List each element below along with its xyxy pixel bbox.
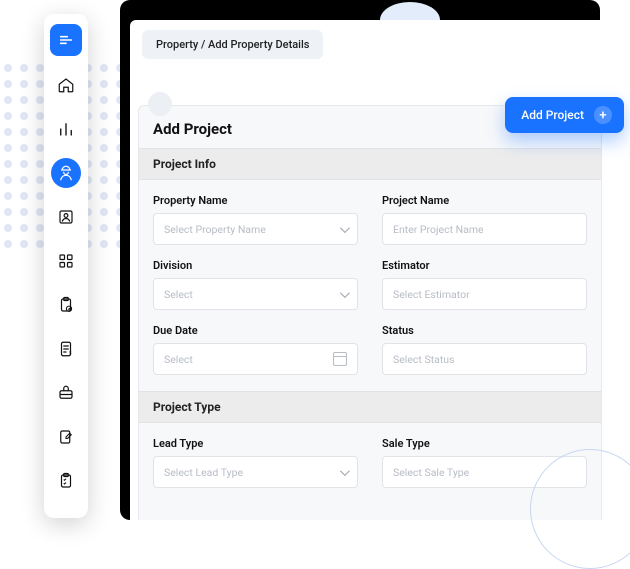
bar-chart-icon [57,120,75,138]
section-project-info: Project Info [139,148,601,180]
add-project-button[interactable]: Add Project + [505,97,624,133]
sidebar-item-edit[interactable] [51,422,81,452]
add-project-label: Add Project [521,108,584,122]
sidebar-item-workers[interactable] [51,158,81,188]
clipboard-list-icon [57,472,75,490]
sidebar-item-contacts[interactable] [51,202,81,232]
calendar-icon [333,352,347,366]
label-division: Division [153,259,358,272]
label-sale-type: Sale Type [382,437,587,450]
clipboard-check-icon [57,296,75,314]
section-project-type: Project Type [139,391,601,423]
label-due-date: Due Date [153,324,358,337]
app-surface: Property / Add Property Details Add Proj… [130,20,610,520]
date-due-date[interactable]: Select [153,343,358,375]
input-project-name[interactable]: Enter Project Name [382,213,587,245]
select-division[interactable]: Select [153,278,358,310]
sidebar-item-reports[interactable] [51,114,81,144]
grid-icon [57,252,75,270]
sidebar-item-invoices[interactable]: $ [51,334,81,364]
sidebar-item-tools[interactable] [51,378,81,408]
note-edit-icon [57,428,75,446]
toolbox-icon [57,384,75,402]
label-project-name: Project Name [382,194,587,207]
label-estimator: Estimator [382,259,587,272]
home-icon [57,76,75,94]
sidebar-item-home[interactable] [51,70,81,100]
page-title: Add Project [153,120,232,138]
chevron-down-icon [340,466,347,479]
input-status[interactable]: Select Status [382,343,587,375]
label-property-name: Property Name [153,194,358,207]
select-lead-type[interactable]: Select Lead Type [153,456,358,488]
invoice-icon: $ [57,340,75,358]
avatar[interactable] [148,92,172,116]
input-estimator[interactable]: Select Estimator [382,278,587,310]
breadcrumb[interactable]: Property / Add Property Details [142,30,323,59]
sidebar-item-checklist[interactable] [51,466,81,496]
label-status: Status [382,324,587,337]
contact-icon [57,208,75,226]
select-property-name[interactable]: Select Property Name [153,213,358,245]
plus-icon: + [594,106,612,124]
chevron-down-icon [340,288,347,301]
menu-icon [58,32,74,48]
project-card: Add Project Project Info Property Name S… [138,105,602,520]
chevron-down-icon [340,223,347,236]
sidebar-item-tasks[interactable] [51,290,81,320]
sidebar-item-apps[interactable] [51,246,81,276]
worker-icon [57,164,75,182]
sidebar: $ [44,14,88,518]
label-lead-type: Lead Type [153,437,358,450]
sidebar-brand[interactable] [50,24,82,56]
